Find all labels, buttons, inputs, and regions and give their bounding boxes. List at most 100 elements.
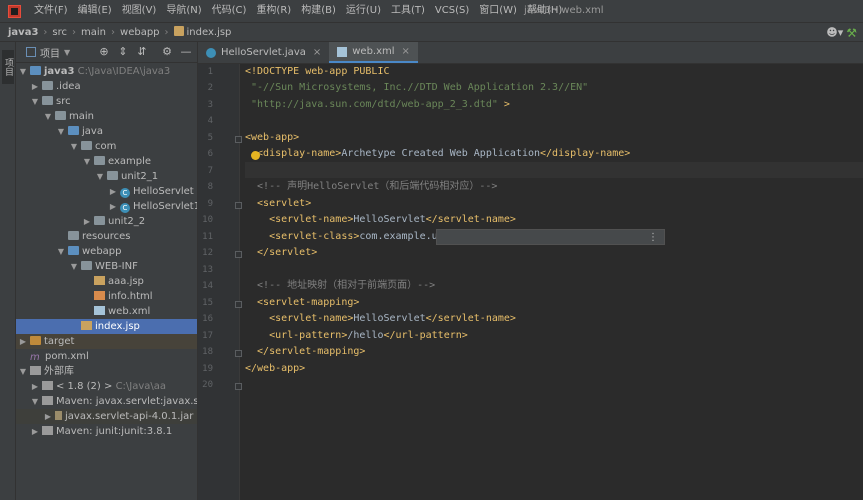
tree-row-idea[interactable]: ▶ .idea — [16, 79, 197, 94]
menu-code[interactable]: 代码(C) — [207, 0, 252, 22]
project-view-selector[interactable]: 项目 — [40, 45, 60, 60]
tree-label: unit2_1 — [121, 171, 159, 182]
tree-row-main[interactable]: ▼ main — [16, 109, 197, 124]
expand-all-icon[interactable]: ⇕ — [117, 46, 129, 58]
menu-edit[interactable]: 编辑(E) — [73, 0, 117, 22]
project-tool-tab[interactable]: 项目 — [2, 50, 14, 84]
chevron-right-icon[interactable]: ▶ — [43, 409, 53, 424]
tree-row-maven-junit[interactable]: ▶ Maven: junit:junit:3.8.1 — [16, 424, 197, 439]
fold-marker-icon[interactable] — [235, 383, 242, 390]
chevron-right-icon[interactable]: ▶ — [30, 79, 40, 94]
chevron-down-icon[interactable]: ▼ — [18, 364, 28, 379]
chevron-right-icon[interactable]: ▶ — [30, 424, 40, 439]
more-options-icon[interactable]: ⋮ — [648, 231, 658, 244]
tree-row-helloservlet1[interactable]: ▶ C HelloServlet1 — [16, 199, 197, 214]
menu-build[interactable]: 构建(B) — [296, 0, 341, 22]
tree-row-resources[interactable]: resources — [16, 229, 197, 244]
fold-marker-icon[interactable] — [235, 350, 242, 357]
close-icon[interactable]: × — [313, 47, 321, 58]
chevron-down-icon[interactable]: ▼ — [30, 394, 40, 409]
tab-helloservlet-java[interactable]: HelloServlet.java × — [198, 42, 329, 63]
menu-refactor[interactable]: 重构(R) — [251, 0, 296, 22]
line-number-gutter[interactable]: 1 2 3 4 5 6 7 8 9 10 11 12 13 14 15 16 1… — [198, 64, 242, 500]
chevron-down-icon[interactable]: ▼ — [30, 94, 40, 109]
collapse-all-icon[interactable]: ⇵ — [136, 46, 148, 58]
chevron-down-icon[interactable]: ▼ — [43, 109, 53, 124]
line-number: 15 — [202, 298, 213, 308]
fold-marker-icon[interactable] — [235, 301, 242, 308]
library-icon — [30, 366, 41, 375]
locate-target-icon[interactable]: ⊕ — [98, 46, 110, 58]
code-token: /hello — [347, 330, 384, 341]
tree-row-info-html[interactable]: info.html — [16, 289, 197, 304]
tree-row-unit2-1[interactable]: ▼ unit2_1 — [16, 169, 197, 184]
tree-row-src[interactable]: ▼ src — [16, 94, 197, 109]
menu-window[interactable]: 窗口(W) — [474, 0, 522, 22]
chevron-down-icon[interactable]: ▼ — [56, 244, 66, 259]
line-number: 9 — [207, 199, 213, 209]
hide-minus-icon[interactable]: — — [180, 46, 192, 58]
menu-view[interactable]: 视图(V) — [117, 0, 162, 22]
tree-row-helloservlet[interactable]: ▶ C HelloServlet — [16, 184, 197, 199]
menu-vcs[interactable]: VCS(S) — [430, 0, 474, 22]
tree-row-aaa-jsp[interactable]: aaa.jsp — [16, 274, 197, 289]
tree-row-external-libraries[interactable]: ▼ 外部库 — [16, 364, 197, 379]
chevron-right-icon[interactable]: ▶ — [82, 214, 92, 229]
tree-row-pom-xml[interactable]: m pom.xml — [16, 349, 197, 364]
breadcrumb-main[interactable]: main — [79, 27, 108, 38]
menu-navigate[interactable]: 导航(N) — [161, 0, 206, 22]
chevron-down-icon[interactable]: ▼ — [56, 124, 66, 139]
tree-row-unit2-2[interactable]: ▶ unit2_2 — [16, 214, 197, 229]
breadcrumb-webapp[interactable]: webapp — [118, 27, 162, 38]
tree-row-com[interactable]: ▼ com — [16, 139, 197, 154]
chevron-right-icon[interactable]: ▶ — [108, 199, 118, 214]
chevron-down-icon[interactable]: ▼ — [18, 64, 28, 79]
tree-row-servlet-jar[interactable]: ▶javax.servlet-api-4.0.1.jar library — [16, 409, 197, 424]
breadcrumb-project[interactable]: java3 — [0, 27, 40, 38]
gear-icon[interactable]: ⚙ — [161, 46, 173, 58]
chevron-down-icon[interactable]: ▼ — [69, 259, 79, 274]
lightbulb-icon[interactable] — [251, 151, 260, 160]
tab-web-xml[interactable]: web.xml × — [329, 42, 418, 63]
tree-row-web-xml[interactable]: web.xml — [16, 304, 197, 319]
chevron-down-icon[interactable]: ▼ — [95, 169, 105, 184]
code-editor[interactable]: <!DOCTYPE web-app PUBLIC "-//Sun Microsy… — [245, 64, 863, 500]
fold-marker-icon[interactable] — [235, 251, 242, 258]
code-token: <!DOCTYPE web-app PUBLIC — [245, 66, 390, 77]
breadcrumb-src[interactable]: src — [50, 27, 69, 38]
fold-marker-icon[interactable] — [235, 202, 242, 209]
code-token: </display-name> — [540, 148, 631, 159]
chevron-down-icon[interactable]: ▼ — [82, 154, 92, 169]
menu-run[interactable]: 运行(U) — [341, 0, 386, 22]
code-line-5: <web-app> — [245, 130, 299, 146]
project-view-icon — [26, 47, 36, 57]
window-title: java3 - web.xml — [524, 5, 604, 16]
close-icon[interactable]: × — [402, 46, 410, 57]
breadcrumb-index-jsp[interactable]: index.jsp — [172, 26, 234, 38]
tree-row-webapp[interactable]: ▼ webapp — [16, 244, 197, 259]
chevron-right-icon[interactable]: ▶ — [18, 334, 28, 349]
tree-row-java[interactable]: ▼ java — [16, 124, 197, 139]
menu-file[interactable]: 文件(F) — [29, 0, 73, 22]
code-line-1: <!DOCTYPE web-app PUBLIC — [245, 64, 390, 80]
chevron-down-icon[interactable]: ▼ — [69, 139, 79, 154]
tree-row-java3[interactable]: ▼ java3 C:\Java\IDEA\java3 — [16, 64, 197, 79]
tree-row-maven-servlet[interactable]: ▼ Maven: javax.servlet:javax.servlet-a — [16, 394, 197, 409]
chevron-right-icon[interactable]: ▶ — [30, 379, 40, 394]
tree-row-example[interactable]: ▼ example — [16, 154, 197, 169]
user-icon[interactable]: ☻▾ — [826, 27, 843, 39]
autocomplete-popup[interactable]: ⋮ — [436, 229, 665, 245]
tree-row-target[interactable]: ▶ target — [16, 334, 197, 349]
fold-marker-icon[interactable] — [235, 136, 242, 143]
build-hammer-icon[interactable]: ⚒ — [846, 26, 857, 40]
menu-tools[interactable]: 工具(T) — [386, 0, 430, 22]
code-token: <servlet-mapping> — [245, 297, 360, 308]
chevron-right-icon[interactable]: ▶ — [108, 184, 118, 199]
html-file-icon — [94, 291, 105, 300]
code-line-12: </servlet> — [245, 245, 317, 261]
tree-row-jdk[interactable]: ▶ < 1.8 (2) > C:\Java\aa — [16, 379, 197, 394]
code-token: </servlet> — [245, 247, 318, 258]
chevron-down-icon[interactable]: ▼ — [64, 48, 70, 57]
tree-row-index-jsp[interactable]: index.jsp — [16, 319, 197, 334]
tree-row-web-inf[interactable]: ▼ WEB-INF — [16, 259, 197, 274]
